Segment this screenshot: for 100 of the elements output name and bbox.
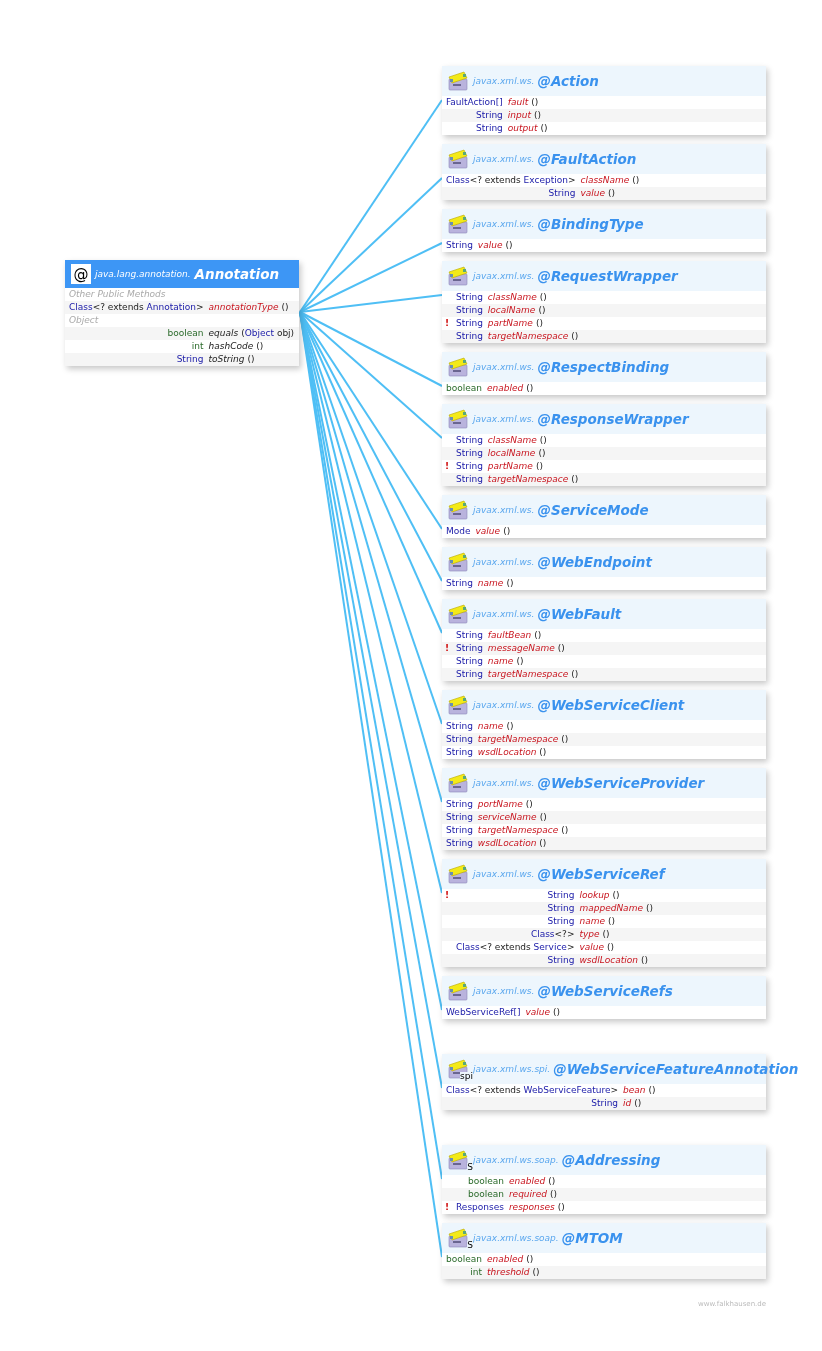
method-name: partName: [487, 317, 533, 330]
return-type: String: [445, 577, 473, 590]
warning-mark: !: [445, 318, 450, 328]
return-type: String: [455, 317, 483, 330]
method-name: targetNamespace: [487, 473, 569, 486]
parameters: (): [247, 353, 255, 366]
return-type: String: [175, 353, 204, 366]
parameters: (): [640, 954, 648, 967]
parameters: (): [506, 720, 514, 733]
return-type: Class<?>: [529, 928, 575, 941]
method-name: fault: [507, 96, 529, 109]
return-type: String: [455, 629, 483, 642]
parameters: (): [539, 291, 547, 304]
method-name: required: [508, 1188, 548, 1201]
parameters: (): [538, 304, 546, 317]
parameters: (): [538, 447, 546, 460]
class-name: Annotation: [194, 266, 280, 282]
annotation-icon: [448, 500, 470, 520]
method-name: value: [580, 187, 606, 200]
return-type: String: [546, 915, 575, 928]
method-name: className: [580, 174, 630, 187]
method-name: enabled: [487, 382, 524, 395]
annotation-icon: [448, 864, 470, 884]
parameters: (): [571, 473, 579, 486]
method-name: annotationType: [208, 301, 279, 314]
method-name: name: [477, 577, 504, 590]
section-label: Other Public Methods: [68, 288, 167, 301]
package-name: javax.xml.ws.: [473, 505, 535, 515]
parameters: (): [553, 1006, 561, 1019]
method-name: lookup: [579, 889, 610, 902]
annotation-icon: [448, 773, 470, 793]
return-type: String: [455, 460, 483, 473]
method-name: wsdlLocation: [477, 837, 537, 850]
parameters: (): [539, 811, 547, 824]
method-name: partName: [487, 460, 533, 473]
icon-badge: S: [467, 1163, 473, 1172]
return-type: String: [546, 889, 575, 902]
method-name: name: [477, 720, 504, 733]
annotation-name: @Action: [537, 73, 599, 89]
icon-badge: spi: [460, 1072, 473, 1081]
return-type: int: [190, 340, 204, 353]
return-type: String: [455, 668, 483, 681]
annotation-icon: @: [71, 264, 91, 284]
parameters: (): [535, 317, 543, 330]
method-name: targetNamespace: [487, 668, 569, 681]
package-name: javax.xml.ws.: [473, 76, 535, 86]
annotation-name: @RespectBinding: [537, 359, 670, 375]
method-name: enabled: [487, 1253, 524, 1266]
return-type: String: [445, 811, 473, 824]
return-type: String: [445, 746, 473, 759]
return-type: String: [547, 187, 576, 200]
warning-mark: !: [445, 1202, 450, 1212]
method-name: targetNamespace: [487, 330, 569, 343]
package-name: javax.xml.ws.: [473, 609, 535, 619]
annotation-name: @Addressing: [561, 1152, 661, 1168]
return-type: String: [455, 291, 483, 304]
method-name: messageName: [487, 642, 555, 655]
parameters: (): [532, 1266, 540, 1279]
parameters: (): [506, 577, 514, 590]
parameters: (): [571, 668, 579, 681]
annotation-icon: [448, 409, 470, 429]
parameters: (): [634, 1097, 642, 1110]
annotation-name: @FaultAction: [537, 151, 637, 167]
return-type: boolean: [166, 327, 204, 340]
return-type: String: [546, 902, 575, 915]
method-name: wsdlLocation: [579, 954, 638, 967]
method-name: id: [623, 1097, 632, 1110]
package-name: javax.xml.ws.: [473, 271, 535, 281]
parameters: (): [516, 655, 524, 668]
icon-badge: S: [467, 1241, 473, 1250]
return-type: String: [455, 330, 483, 343]
package-name: javax.xml.ws.soap.: [473, 1155, 559, 1165]
return-type: String: [546, 954, 575, 967]
parameters: (): [608, 187, 616, 200]
parameters: (): [539, 746, 547, 759]
parameters: (): [557, 642, 565, 655]
parameters: (): [533, 109, 541, 122]
method-name: hashCode: [208, 340, 254, 353]
annotation-icon: [448, 604, 470, 624]
return-type: String: [455, 473, 483, 486]
return-type: Mode: [445, 525, 471, 538]
parameters: (): [550, 1188, 558, 1201]
annotation-name: @ResponseWrapper: [537, 411, 689, 427]
method-name: value: [525, 1006, 551, 1019]
return-type: boolean: [445, 382, 482, 395]
method-name: bean: [623, 1084, 646, 1097]
package-name: javax.xml.ws.soap.: [473, 1233, 559, 1243]
annotation-name: @WebFault: [537, 606, 622, 622]
method-name: faultBean: [487, 629, 532, 642]
return-type: String: [445, 798, 473, 811]
annotation-name: @MTOM: [561, 1230, 623, 1246]
return-type: String: [445, 733, 473, 746]
parameters: (): [648, 1084, 656, 1097]
return-type: String: [445, 720, 473, 733]
method-name: name: [579, 915, 605, 928]
parameters: (): [602, 928, 610, 941]
parameters: (Object obj): [241, 327, 295, 340]
annotation-icon: [448, 266, 470, 286]
parameters: (): [632, 174, 640, 187]
annotation-icon: [448, 214, 470, 234]
